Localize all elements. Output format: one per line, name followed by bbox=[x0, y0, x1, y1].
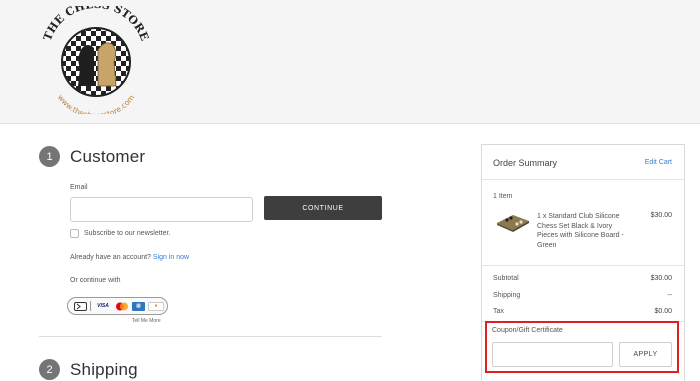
subtotal-label: Subtotal bbox=[493, 275, 519, 282]
item-price: $30.00 bbox=[650, 212, 672, 219]
apply-coupon-button[interactable]: APPLY bbox=[619, 342, 672, 367]
email-label: Email bbox=[70, 184, 88, 191]
site-header: THE CHESS STORE www.thechessstore.com bbox=[0, 0, 700, 124]
newsletter-label: Subscribe to our newsletter. bbox=[84, 230, 171, 237]
section-divider bbox=[39, 336, 382, 337]
newsletter-checkbox[interactable] bbox=[70, 229, 79, 238]
subtotal-value: $30.00 bbox=[650, 275, 672, 282]
sign-in-link[interactable]: Sign in now bbox=[153, 254, 189, 261]
tell-me-more-link[interactable]: Tell Me More bbox=[132, 318, 161, 324]
item-description: 1 x Standard Club Silicone Chess Set Bla… bbox=[537, 213, 624, 249]
account-prompt-text: Already have an account? bbox=[70, 254, 151, 261]
visa-card-icon: VISA bbox=[97, 303, 109, 309]
step-number-badge: 1 bbox=[39, 146, 60, 167]
coupon-highlight: Coupon/Gift Certificate APPLY bbox=[485, 321, 679, 373]
email-field[interactable] bbox=[70, 197, 253, 222]
wallet-icon bbox=[74, 301, 87, 311]
customer-title: Customer bbox=[70, 146, 146, 166]
step-number-badge: 2 bbox=[39, 359, 60, 380]
amex-card-icon: ▦ bbox=[132, 301, 145, 311]
item-count: 1 Item bbox=[493, 193, 513, 200]
mastercard-icon bbox=[116, 302, 128, 310]
chess-board-thumbnail bbox=[497, 215, 529, 232]
express-pay-button[interactable]: VISA ▦ ● bbox=[67, 297, 168, 315]
coupon-code-input[interactable] bbox=[492, 342, 613, 367]
shipping-value: -- bbox=[667, 292, 672, 299]
discover-card-icon: ● bbox=[148, 301, 164, 311]
summary-divider bbox=[482, 179, 684, 180]
continue-button[interactable]: CONTINUE bbox=[264, 196, 382, 220]
tax-label: Tax bbox=[493, 308, 504, 315]
coupon-label: Coupon/Gift Certificate bbox=[492, 327, 563, 334]
shipping-step-header: 2 Shipping bbox=[39, 359, 138, 380]
account-prompt: Already have an account? Sign in now bbox=[70, 254, 189, 261]
order-summary-title: Order Summary bbox=[493, 158, 558, 168]
shipping-title: Shipping bbox=[70, 359, 138, 379]
shipping-label: Shipping bbox=[493, 292, 521, 299]
tax-value: $0.00 bbox=[654, 308, 672, 315]
pay-divider bbox=[90, 301, 91, 311]
summary-divider bbox=[482, 265, 684, 266]
or-continue-label: Or continue with bbox=[70, 277, 121, 284]
customer-step-header: 1 Customer bbox=[39, 146, 145, 167]
chess-store-logo[interactable]: THE CHESS STORE www.thechessstore.com bbox=[36, 6, 156, 114]
edit-cart-link[interactable]: Edit Cart bbox=[645, 159, 672, 166]
